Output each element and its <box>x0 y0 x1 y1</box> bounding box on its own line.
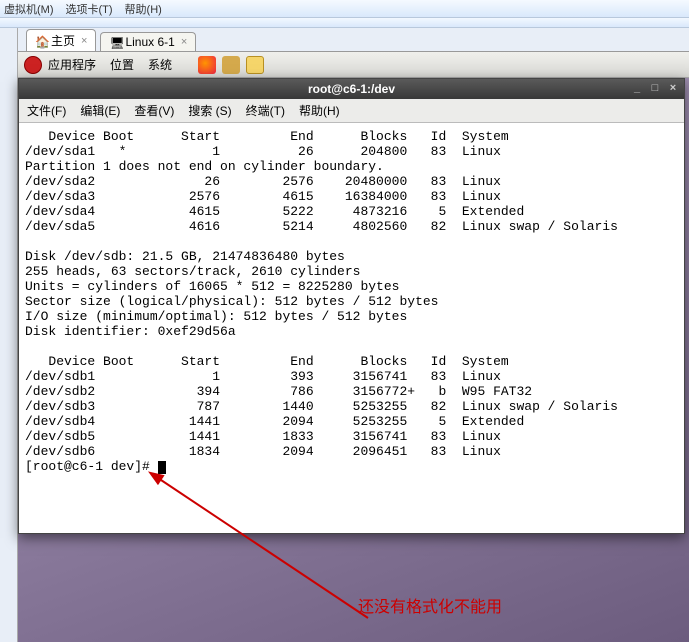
terminal-menubar: 文件(F) 编辑(E) 查看(V) 搜索 (S) 终端(T) 帮助(H) <box>19 99 684 123</box>
gnome-system[interactable]: 系统 <box>148 56 172 73</box>
term-menu-file[interactable]: 文件(F) <box>27 102 66 119</box>
home-icon: 🏠 <box>35 35 47 47</box>
cursor <box>158 461 166 474</box>
gnome-top-panel: 应用程序 位置 系统 <box>18 52 689 78</box>
close-icon[interactable]: × <box>81 35 87 47</box>
tab-linux-vm[interactable]: 🖥 Linux 6-1 × <box>100 32 196 51</box>
vm-tab-bar: 🏠 主页 × 🖥 Linux 6-1 × <box>18 28 689 52</box>
maximize-icon[interactable]: □ <box>648 81 662 95</box>
vm-icon: 🖥 <box>109 36 121 48</box>
menu-help[interactable]: 帮助(H) <box>125 1 162 17</box>
close-icon[interactable]: × <box>666 81 680 95</box>
vmware-sidebar[interactable] <box>0 28 18 642</box>
vmware-toolbar <box>0 18 689 28</box>
vmware-menubar: 虚拟机(M) 选项卡(T) 帮助(H) <box>0 0 689 18</box>
menu-tabs[interactable]: 选项卡(T) <box>66 1 113 17</box>
term-menu-edit[interactable]: 编辑(E) <box>80 102 120 119</box>
menu-vm[interactable]: 虚拟机(M) <box>4 1 54 17</box>
annotation-text: 还没有格式化不能用 <box>358 593 502 617</box>
firefox-icon[interactable] <box>198 56 216 74</box>
close-icon[interactable]: × <box>181 36 187 48</box>
minimize-icon[interactable]: _ <box>630 81 644 95</box>
tab-vm-label: Linux 6-1 <box>125 35 174 49</box>
terminal-titlebar[interactable]: root@c6-1:/dev _ □ × <box>19 79 684 99</box>
term-menu-search[interactable]: 搜索 (S) <box>188 102 231 119</box>
term-menu-view[interactable]: 查看(V) <box>134 102 174 119</box>
term-menu-help[interactable]: 帮助(H) <box>299 102 340 119</box>
tab-home[interactable]: 🏠 主页 × <box>26 29 96 51</box>
terminal-window: root@c6-1:/dev _ □ × 文件(F) 编辑(E) 查看(V) 搜… <box>18 78 685 534</box>
redhat-icon[interactable] <box>24 56 42 74</box>
terminal-output[interactable]: Device Boot Start End Blocks Id System /… <box>19 123 684 533</box>
term-menu-terminal[interactable]: 终端(T) <box>246 102 285 119</box>
terminal-title: root@c6-1:/dev <box>308 82 395 96</box>
mail-icon[interactable] <box>222 56 240 74</box>
gnome-apps[interactable]: 应用程序 <box>48 56 96 73</box>
notes-icon[interactable] <box>246 56 264 74</box>
gnome-places[interactable]: 位置 <box>110 56 134 73</box>
tab-home-label: 主页 <box>51 32 75 49</box>
